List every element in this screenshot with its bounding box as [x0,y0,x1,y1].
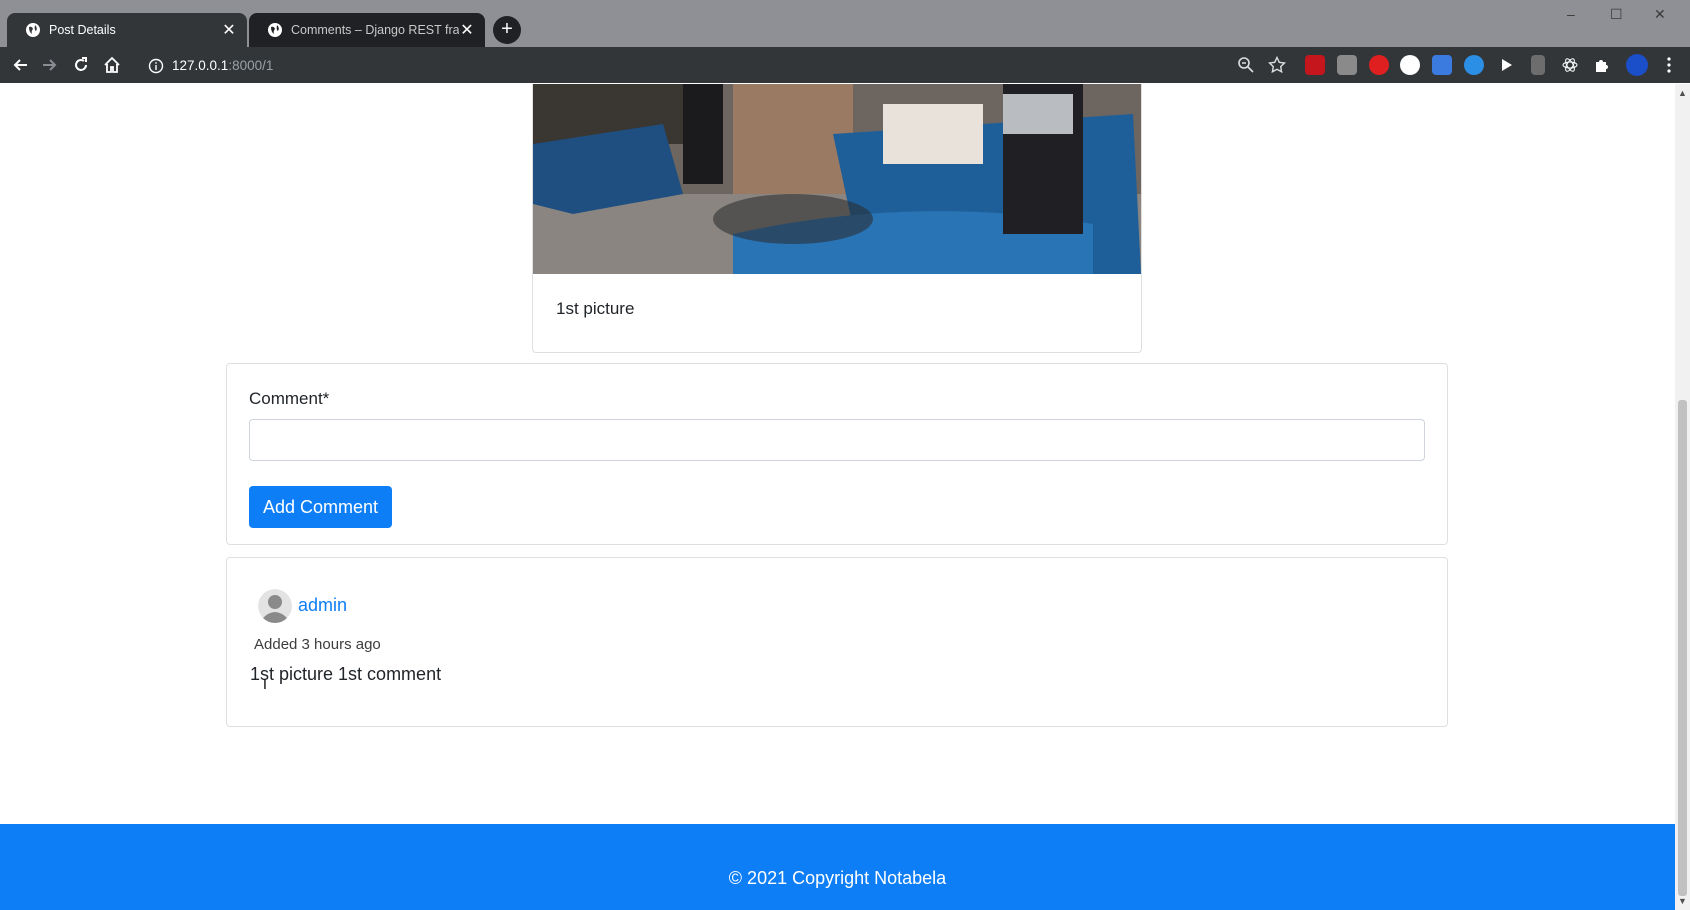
maximize-icon[interactable]: ☐ [1610,6,1623,23]
puzzle-icon[interactable] [1593,56,1611,74]
tab-comments[interactable]: Comments – Django REST frame ✕ [249,13,485,47]
address-bar[interactable]: 127.0.0.1:8000/1 [148,52,1238,79]
page-scrollbar[interactable]: ▲ ▼ [1675,84,1690,910]
comment-item: admin Added 3 hours ago 1st picture 1st … [226,557,1448,727]
scroll-thumb[interactable] [1678,400,1687,896]
close-tab-icon[interactable]: ✕ [459,20,475,40]
scroll-up-arrow-icon[interactable]: ▲ [1678,88,1687,98]
close-window-icon[interactable]: ✕ [1654,6,1666,23]
page-viewport: 1st picture Comment* Add Comment admin A… [0,84,1675,910]
extension-icon[interactable] [1400,55,1420,75]
minimize-icon[interactable]: – [1567,6,1575,22]
text-cursor-icon: I [263,676,267,692]
info-icon[interactable] [148,58,164,74]
close-tab-icon[interactable]: ✕ [221,20,237,40]
post-caption: 1st picture [556,299,635,318]
back-icon[interactable] [11,56,29,74]
url-host: 127.0.0.1 [172,58,229,73]
play-icon[interactable] [1497,56,1515,74]
url-path: :8000/1 [228,58,274,73]
post-image [533,84,1141,274]
profile-avatar[interactable] [1626,54,1648,76]
menu-icon[interactable] [1664,56,1674,74]
adblock-icon[interactable] [1305,55,1325,75]
browser-toolbar: 127.0.0.1:8000/1 [0,47,1690,83]
footer-copyright: © 2021 Copyright Notabela [728,868,947,888]
zoom-icon[interactable] [1237,56,1255,74]
comment-text: 1st picture 1st comment [250,664,442,684]
extension-icon[interactable] [1369,55,1389,75]
forward-icon[interactable] [41,56,59,74]
post-card: 1st picture [532,84,1142,353]
tab-post-details[interactable]: Post Details ✕ [7,13,247,47]
avatar [258,589,292,623]
footer: © 2021 Copyright Notabela [0,824,1675,910]
extension-icon[interactable] [1464,55,1484,75]
comment-input[interactable] [249,419,1425,461]
scroll-down-arrow-icon[interactable]: ▼ [1678,896,1687,906]
atom-icon[interactable] [1561,56,1579,74]
comment-author-link[interactable]: admin [298,595,347,616]
extension-icon[interactable] [1432,55,1452,75]
globe-icon [268,23,282,37]
home-icon[interactable] [103,56,121,74]
tab-title: Post Details [49,23,116,37]
globe-icon [26,23,40,37]
add-comment-button[interactable]: Add Comment [249,486,392,528]
bookmark-star-icon[interactable] [1268,56,1286,74]
extension-icon[interactable] [1337,55,1357,75]
browser-tab-strip: Post Details ✕ Comments – Django REST fr… [0,0,1690,47]
tab-title: Comments – Django REST frame [291,23,459,37]
comment-timestamp: Added 3 hours ago [254,636,381,653]
new-tab-button[interactable]: + [493,16,521,44]
reload-icon[interactable] [72,56,90,74]
comment-label: Comment* [249,389,330,408]
extension-icon[interactable] [1531,55,1545,75]
comment-form: Comment* Add Comment [226,363,1448,545]
